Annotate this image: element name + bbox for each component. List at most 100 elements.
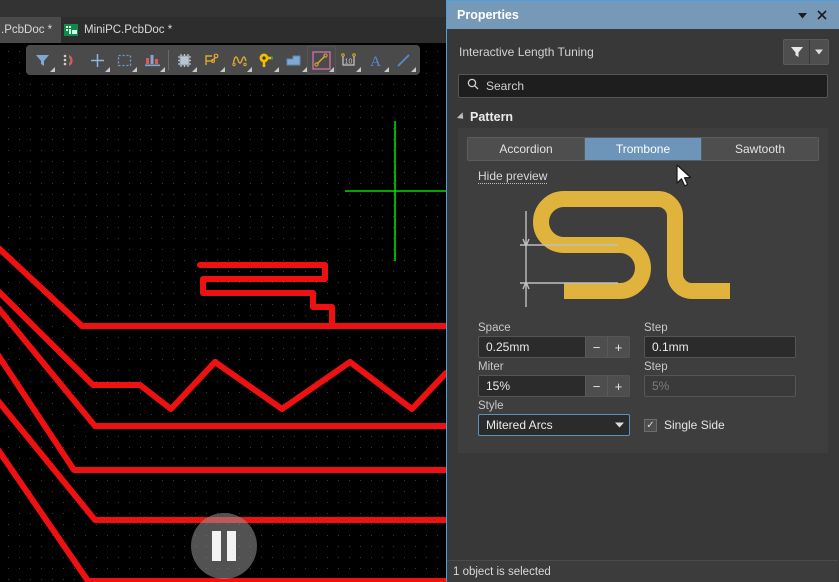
tool-expand-corner bbox=[274, 67, 280, 72]
miter-step-label: Step bbox=[644, 361, 668, 373]
polygon-pour-icon[interactable] bbox=[280, 47, 307, 73]
length-tuning-icon[interactable] bbox=[226, 47, 253, 73]
funnel-filter-icon[interactable] bbox=[784, 40, 810, 64]
miter-increment-button[interactable]: + bbox=[607, 376, 629, 396]
svg-text:A: A bbox=[371, 54, 382, 69]
pcb-canvas[interactable] bbox=[0, 43, 446, 582]
miter-input[interactable]: 15% − + bbox=[478, 375, 630, 397]
single-side-checkbox-row[interactable]: ✓ Single Side bbox=[644, 414, 796, 436]
single-side-group: ✓ Single Side bbox=[644, 400, 796, 436]
close-icon[interactable] bbox=[813, 5, 831, 25]
panel-title-label: Properties bbox=[457, 8, 519, 22]
tab-accordion-label: Accordion bbox=[499, 142, 553, 156]
tab-sawtooth-label: Sawtooth bbox=[734, 142, 786, 156]
via-pad-icon[interactable] bbox=[253, 47, 280, 73]
tool-expand-corner bbox=[356, 67, 362, 72]
search-placeholder-text: Search bbox=[486, 79, 525, 93]
filter-button-group bbox=[783, 39, 829, 65]
object-header-row: Interactive Length Tuning bbox=[447, 29, 839, 65]
tool-expand-corner bbox=[105, 67, 111, 72]
style-field-group: Style Mitered Arcs bbox=[478, 400, 630, 436]
tab-accordion[interactable]: Accordion bbox=[468, 138, 585, 160]
space-increment-button[interactable]: + bbox=[607, 337, 629, 357]
space-field-group: Space 0.25mm − + bbox=[478, 322, 630, 358]
text-string-icon[interactable]: A bbox=[362, 47, 389, 73]
status-bar: 1 object is selected bbox=[447, 560, 838, 582]
properties-panel: Properties Interactive Length Tuning Sea… bbox=[446, 0, 839, 582]
pattern-fields: Space 0.25mm − + Step 0.1mm Miter 15% − … bbox=[467, 314, 819, 436]
miter-decrement-button[interactable]: − bbox=[585, 376, 607, 396]
space-step-value: 0.1mm bbox=[652, 340, 689, 354]
field-row-space: Space 0.25mm − + Step 0.1mm bbox=[478, 322, 808, 358]
preview-container: Hide preview bbox=[467, 167, 819, 314]
dimension-10-icon[interactable]: 10 bbox=[335, 47, 362, 73]
status-text: 1 object is selected bbox=[453, 565, 551, 578]
pcb-traces bbox=[0, 121, 446, 582]
miter-step-input: 5% bbox=[644, 375, 796, 397]
space-step-input[interactable]: 0.1mm bbox=[644, 336, 796, 358]
tool-expand-corner bbox=[383, 67, 389, 72]
magnet-snap-icon[interactable] bbox=[56, 47, 83, 73]
trombone-pattern-preview bbox=[520, 191, 730, 307]
crosshair-cursor bbox=[345, 121, 446, 261]
tool-expand-corner bbox=[159, 67, 165, 72]
style-select[interactable]: Mitered Arcs bbox=[478, 414, 630, 436]
pause-bar-left bbox=[212, 531, 221, 561]
component-chip-icon[interactable] bbox=[171, 47, 198, 73]
crosshair-placement-icon[interactable] bbox=[84, 47, 111, 73]
pattern-tab-group: Accordion Trombone Sawtooth bbox=[467, 137, 819, 161]
route-net-icon[interactable] bbox=[198, 47, 225, 73]
field-row-style: Style Mitered Arcs ✓ Single Side bbox=[478, 400, 808, 436]
tab-trombone-label: Trombone bbox=[615, 142, 671, 156]
pattern-card: Accordion Trombone Sawtooth Hide preview bbox=[458, 128, 828, 453]
application-window: .PcbDoc * MiniPC.PcbDoc * 10 A Propertie… bbox=[0, 0, 839, 582]
mouse-cursor bbox=[676, 164, 692, 187]
document-tab-label: .PcbDoc * bbox=[1, 24, 53, 36]
single-side-label: Single Side bbox=[664, 418, 725, 432]
single-side-spacer bbox=[644, 400, 796, 412]
chevron-down-icon[interactable] bbox=[793, 5, 811, 25]
tab-trombone[interactable]: Trombone bbox=[585, 138, 702, 160]
hide-preview-link[interactable]: Hide preview bbox=[478, 169, 548, 184]
document-tab-active[interactable]: .PcbDoc * bbox=[0, 17, 62, 43]
selection-rectangle-icon[interactable] bbox=[111, 47, 138, 73]
space-decrement-button[interactable]: − bbox=[585, 337, 607, 357]
pcb-editor-area: .PcbDoc * MiniPC.PcbDoc * 10 A bbox=[0, 0, 446, 582]
tool-expand-corner bbox=[411, 67, 417, 72]
filter-tool-icon[interactable] bbox=[29, 47, 56, 73]
tab-sawtooth[interactable]: Sawtooth bbox=[702, 138, 818, 160]
space-input[interactable]: 0.25mm − + bbox=[478, 336, 630, 358]
document-tab-label: MiniPC.PcbDoc * bbox=[84, 24, 173, 36]
search-input[interactable]: Search bbox=[458, 74, 828, 98]
chevron-down-icon[interactable] bbox=[810, 40, 828, 64]
tool-expand-corner bbox=[301, 67, 307, 72]
line-measure-icon[interactable] bbox=[306, 46, 336, 74]
document-tab-minipc[interactable]: MiniPC.PcbDoc * bbox=[55, 17, 181, 43]
space-step-field-group: Step 0.1mm bbox=[644, 322, 796, 358]
toolbar-separator bbox=[167, 50, 169, 70]
properties-body: Interactive Length Tuning Search Pattern… bbox=[447, 29, 839, 582]
tool-expand-corner bbox=[328, 67, 334, 72]
tool-expand-corner bbox=[132, 67, 138, 72]
line-draw-icon[interactable] bbox=[390, 47, 417, 73]
miter-value: 15% bbox=[486, 379, 511, 393]
field-row-miter: Miter 15% − + Step 5% bbox=[478, 361, 808, 397]
space-label: Space bbox=[478, 322, 511, 334]
space-step-label: Step bbox=[644, 322, 668, 334]
pattern-section-label: Pattern bbox=[470, 110, 514, 124]
pcb-toolbar: 10 A bbox=[26, 45, 420, 75]
single-side-checkbox[interactable]: ✓ bbox=[644, 418, 657, 432]
selected-object-name: Interactive Length Tuning bbox=[459, 45, 594, 59]
pattern-section-header[interactable]: Pattern bbox=[456, 110, 839, 124]
pause-button[interactable] bbox=[191, 513, 257, 579]
search-icon bbox=[467, 77, 479, 95]
miter-step-value: 5% bbox=[652, 379, 670, 393]
layer-stack-icon[interactable] bbox=[138, 47, 165, 73]
tool-expand-corner bbox=[219, 67, 225, 72]
pause-bar-right bbox=[227, 531, 236, 561]
miter-field-group: Miter 15% − + bbox=[478, 361, 630, 397]
tool-expand-corner bbox=[50, 67, 56, 72]
svg-text:10: 10 bbox=[345, 58, 353, 65]
tool-expand-corner bbox=[246, 67, 252, 72]
collapse-triangle-icon bbox=[456, 112, 467, 122]
